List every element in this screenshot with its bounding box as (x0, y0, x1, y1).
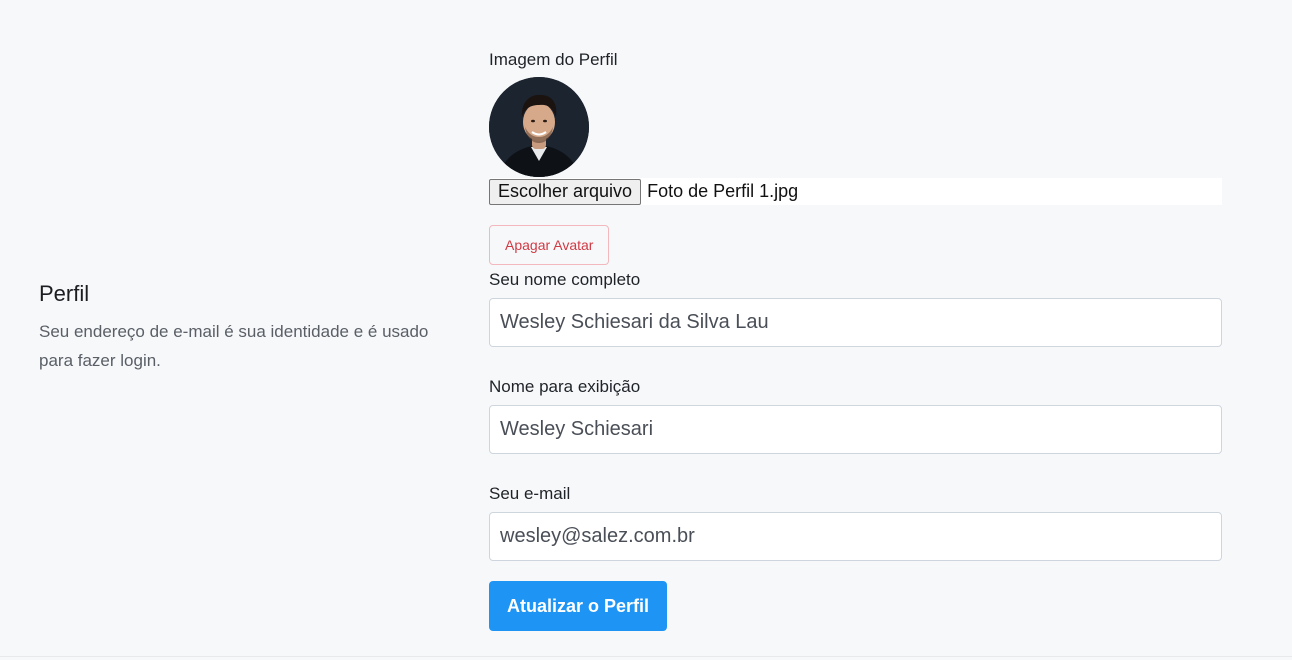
display-name-group: Nome para exibição Wesley Schiesari (489, 375, 1222, 454)
full-name-group: Seu nome completo Wesley Schiesari da Si… (489, 268, 1222, 347)
display-name-label: Nome para exibição (489, 377, 641, 396)
avatar-label: Imagem do Perfil (489, 50, 618, 69)
avatar (489, 77, 589, 177)
section-title: Perfil (39, 281, 90, 306)
email-label: Seu e-mail (489, 484, 571, 503)
profile-form: Imagem do Perfil Escolher arquivo Foto d… (489, 48, 1222, 631)
section-info: Perfil Seu endereço de e-mail é sua iden… (39, 280, 449, 375)
email-input[interactable]: wesley@salez.com.br (489, 512, 1222, 561)
update-profile-button[interactable]: Atualizar o Perfil (489, 581, 668, 631)
choose-file-button[interactable]: Escolher arquivo (489, 178, 642, 205)
delete-avatar-button[interactable]: Apagar Avatar (489, 225, 610, 265)
display-name-input[interactable]: Wesley Schiesari (489, 405, 1222, 454)
full-name-input[interactable]: Wesley Schiesari da Silva Lau (489, 298, 1222, 347)
section-description: Seu endereço de e-mail é sua identidade … (39, 322, 429, 370)
file-name: Foto de Perfil 1.jpg (647, 181, 799, 201)
full-name-label: Seu nome completo (489, 270, 641, 289)
email-group: Seu e-mail wesley@salez.com.br (489, 482, 1222, 561)
section-divider (0, 656, 1292, 657)
file-input[interactable]: Escolher arquivo Foto de Perfil 1.jpg (489, 178, 1222, 205)
avatar-photo (489, 77, 589, 177)
